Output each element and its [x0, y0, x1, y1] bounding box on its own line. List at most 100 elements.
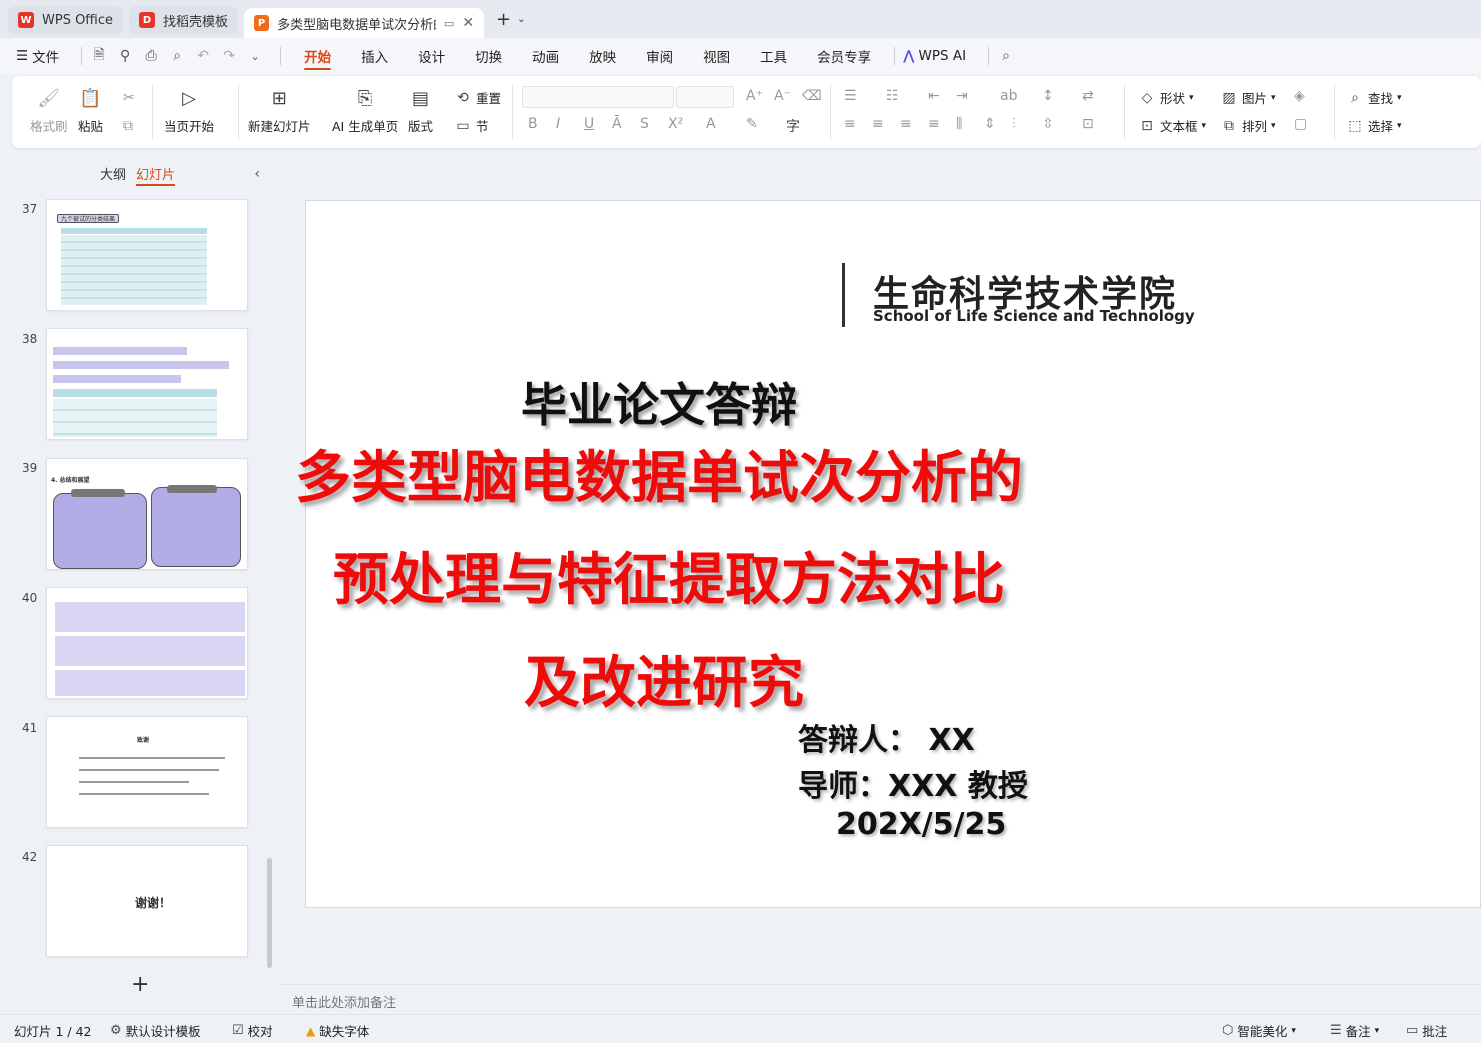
- tab-slides[interactable]: 幻灯片: [136, 164, 176, 186]
- new-slide-button[interactable]: ⊞ 新建幻灯片: [248, 86, 311, 135]
- shadow-icon[interactable]: S: [640, 116, 649, 132]
- collapse-panel-icon[interactable]: ‹: [254, 166, 260, 182]
- slide-heading: 毕业论文答辩: [521, 378, 797, 432]
- justify-icon[interactable]: ≡: [928, 116, 940, 132]
- paragraph-spacing-icon[interactable]: ⇕: [984, 116, 996, 132]
- tab-label: 多类型脑电数据单试次分析的: [277, 17, 436, 33]
- slide-thumbnail-37[interactable]: 九个被试的分类结果: [46, 199, 248, 311]
- undo-icon[interactable]: ↶: [194, 47, 212, 65]
- slide-thumbnail-42[interactable]: 谢谢！: [46, 845, 248, 957]
- strikethrough-icon[interactable]: Ā: [612, 116, 622, 132]
- shape-button[interactable]: ◇ 形状 ▾: [1138, 88, 1194, 107]
- chevron-down-icon[interactable]: ⌄: [517, 14, 525, 25]
- superscript-icon[interactable]: X²: [668, 116, 683, 132]
- proofread-button[interactable]: ☑ 校对: [232, 1021, 273, 1040]
- print-preview-icon[interactable]: ⌕: [168, 47, 186, 65]
- tab-home[interactable]: 开始: [304, 38, 332, 74]
- wps-ai-button[interactable]: ⋀ WPS AI: [903, 48, 966, 64]
- tab-review[interactable]: 审阅: [646, 38, 673, 74]
- align-left-icon[interactable]: ≡: [844, 116, 856, 132]
- tab-outline[interactable]: 大纲: [100, 164, 126, 183]
- text-fit-icon[interactable]: ⊡: [1082, 116, 1094, 132]
- highlight-icon[interactable]: ✎: [746, 116, 758, 132]
- tab-animation[interactable]: 动画: [532, 38, 559, 74]
- notes-pane[interactable]: 单击此处添加备注: [282, 984, 1481, 1014]
- save-icon[interactable]: 🗎: [90, 47, 108, 65]
- redo-icon[interactable]: ↷: [220, 47, 238, 65]
- text-direction-icon[interactable]: ab: [1000, 88, 1017, 104]
- phonetic-icon[interactable]: 字: [786, 116, 800, 136]
- print-icon[interactable]: ⎙: [142, 47, 160, 65]
- distributed-icon[interactable]: ⫼: [956, 116, 962, 132]
- ai-generate-button[interactable]: ⎘ AI 生成单页: [332, 86, 398, 135]
- bullets-icon[interactable]: ☰: [844, 88, 857, 104]
- find-button[interactable]: ⌕ 查找 ▾: [1346, 88, 1402, 107]
- tab-member[interactable]: 会员专享: [817, 38, 871, 74]
- new-tab-icon[interactable]: +: [496, 9, 511, 30]
- bold-icon[interactable]: B: [528, 116, 538, 132]
- smart-beautify-button[interactable]: ⬡ 智能美化 ▾: [1222, 1021, 1296, 1040]
- section-button[interactable]: ▭ 节: [454, 116, 488, 135]
- notes-toggle-button[interactable]: ☰ 备注 ▾: [1330, 1021, 1379, 1040]
- chevron-down-icon[interactable]: ⌄: [246, 47, 264, 65]
- tab-slideshow[interactable]: 放映: [589, 38, 616, 74]
- line-spacing-icon[interactable]: ↕: [1042, 88, 1054, 104]
- shape-icon: ◇: [1141, 89, 1153, 106]
- missing-font-button[interactable]: ▲ 缺失字体: [306, 1021, 369, 1040]
- column-icon[interactable]: ⫶: [1012, 116, 1016, 132]
- design-template-button[interactable]: ⚙ 默认设计模板: [110, 1021, 201, 1040]
- decrease-indent-icon[interactable]: ⇤: [928, 88, 940, 104]
- start-from-current-button[interactable]: ▷ 当页开始: [164, 86, 214, 135]
- increase-font-icon[interactable]: A⁺: [746, 88, 763, 104]
- slide-canvas[interactable]: 生命科学技术学院 School of Life Science and Tech…: [295, 200, 1481, 908]
- font-size-select[interactable]: [676, 86, 734, 108]
- reset-button[interactable]: ⟲ 重置: [454, 88, 501, 107]
- close-icon[interactable]: ✕: [462, 15, 474, 31]
- copy-icon[interactable]: ⧉: [123, 118, 133, 134]
- select-button[interactable]: ⬚ 选择 ▾: [1346, 116, 1401, 135]
- comments-button[interactable]: ▭ 批注: [1406, 1021, 1447, 1040]
- chevron-down-icon: ▾: [1397, 92, 1402, 103]
- convert-icon[interactable]: ⇄: [1082, 88, 1094, 104]
- decrease-font-icon[interactable]: A⁻: [774, 88, 791, 104]
- tab-tools[interactable]: 工具: [760, 38, 787, 74]
- arrange-button[interactable]: ⧉ 排列 ▾: [1220, 116, 1276, 135]
- file-menu-label: 文件: [32, 50, 60, 66]
- monitor-icon[interactable]: ▭: [444, 17, 454, 30]
- tab-template[interactable]: D 找稻壳模板: [129, 6, 239, 34]
- tab-wps-office[interactable]: W WPS Office: [8, 6, 124, 34]
- font-name-select[interactable]: [522, 86, 674, 108]
- numbering-icon[interactable]: ☷: [886, 88, 899, 104]
- align-right-icon[interactable]: ≡: [900, 116, 912, 132]
- file-menu[interactable]: ☰ 文件: [16, 46, 59, 66]
- italic-icon[interactable]: I: [556, 116, 560, 132]
- tab-design[interactable]: 设计: [418, 38, 445, 74]
- underline-icon[interactable]: U: [584, 116, 594, 132]
- text-align-icon[interactable]: ⇳: [1042, 116, 1054, 132]
- picture-button[interactable]: ▨ 图片 ▾: [1220, 88, 1275, 107]
- increase-indent-icon[interactable]: ⇥: [956, 88, 968, 104]
- textbox-button[interactable]: ⊡ 文本框 ▾: [1138, 116, 1206, 135]
- clear-format-icon[interactable]: ⌫: [802, 88, 822, 104]
- tab-presentation[interactable]: P 多类型脑电数据单试次分析的 ▭ ✕: [244, 8, 485, 38]
- title-line-1: 多类型脑电数据单试次分析的: [295, 446, 1023, 511]
- presenter-text: 答辩人： XX: [798, 723, 975, 758]
- layout-button[interactable]: ▤ 版式: [408, 86, 433, 135]
- search-icon[interactable]: ⌕: [997, 47, 1015, 65]
- fill-icon[interactable]: ◈: [1294, 88, 1305, 104]
- format-painter-button[interactable]: 🖌 格式刷: [30, 86, 68, 135]
- font-color-icon[interactable]: A: [706, 116, 716, 132]
- slide-number: 42: [22, 850, 38, 864]
- share-icon[interactable]: ⚲: [116, 47, 134, 65]
- slide-thumbnail-41[interactable]: 致谢: [46, 716, 248, 828]
- add-slide-icon[interactable]: +: [131, 972, 149, 997]
- tab-insert[interactable]: 插入: [361, 38, 388, 74]
- tab-view[interactable]: 视图: [703, 38, 730, 74]
- ribbon-toolbar: 🖌 格式刷 📋 粘贴 ✂ ⧉ ▷ 当页开始 ⊞ 新建幻灯片 ⎘ AI 生成单页 …: [12, 76, 1481, 148]
- tab-transition[interactable]: 切换: [475, 38, 502, 74]
- cut-icon[interactable]: ✂: [123, 90, 135, 106]
- outline-icon[interactable]: ▢: [1294, 116, 1307, 132]
- paste-button[interactable]: 📋 粘贴: [78, 86, 103, 135]
- align-center-icon[interactable]: ≡: [872, 116, 884, 132]
- panel-scrollbar[interactable]: [267, 858, 272, 968]
